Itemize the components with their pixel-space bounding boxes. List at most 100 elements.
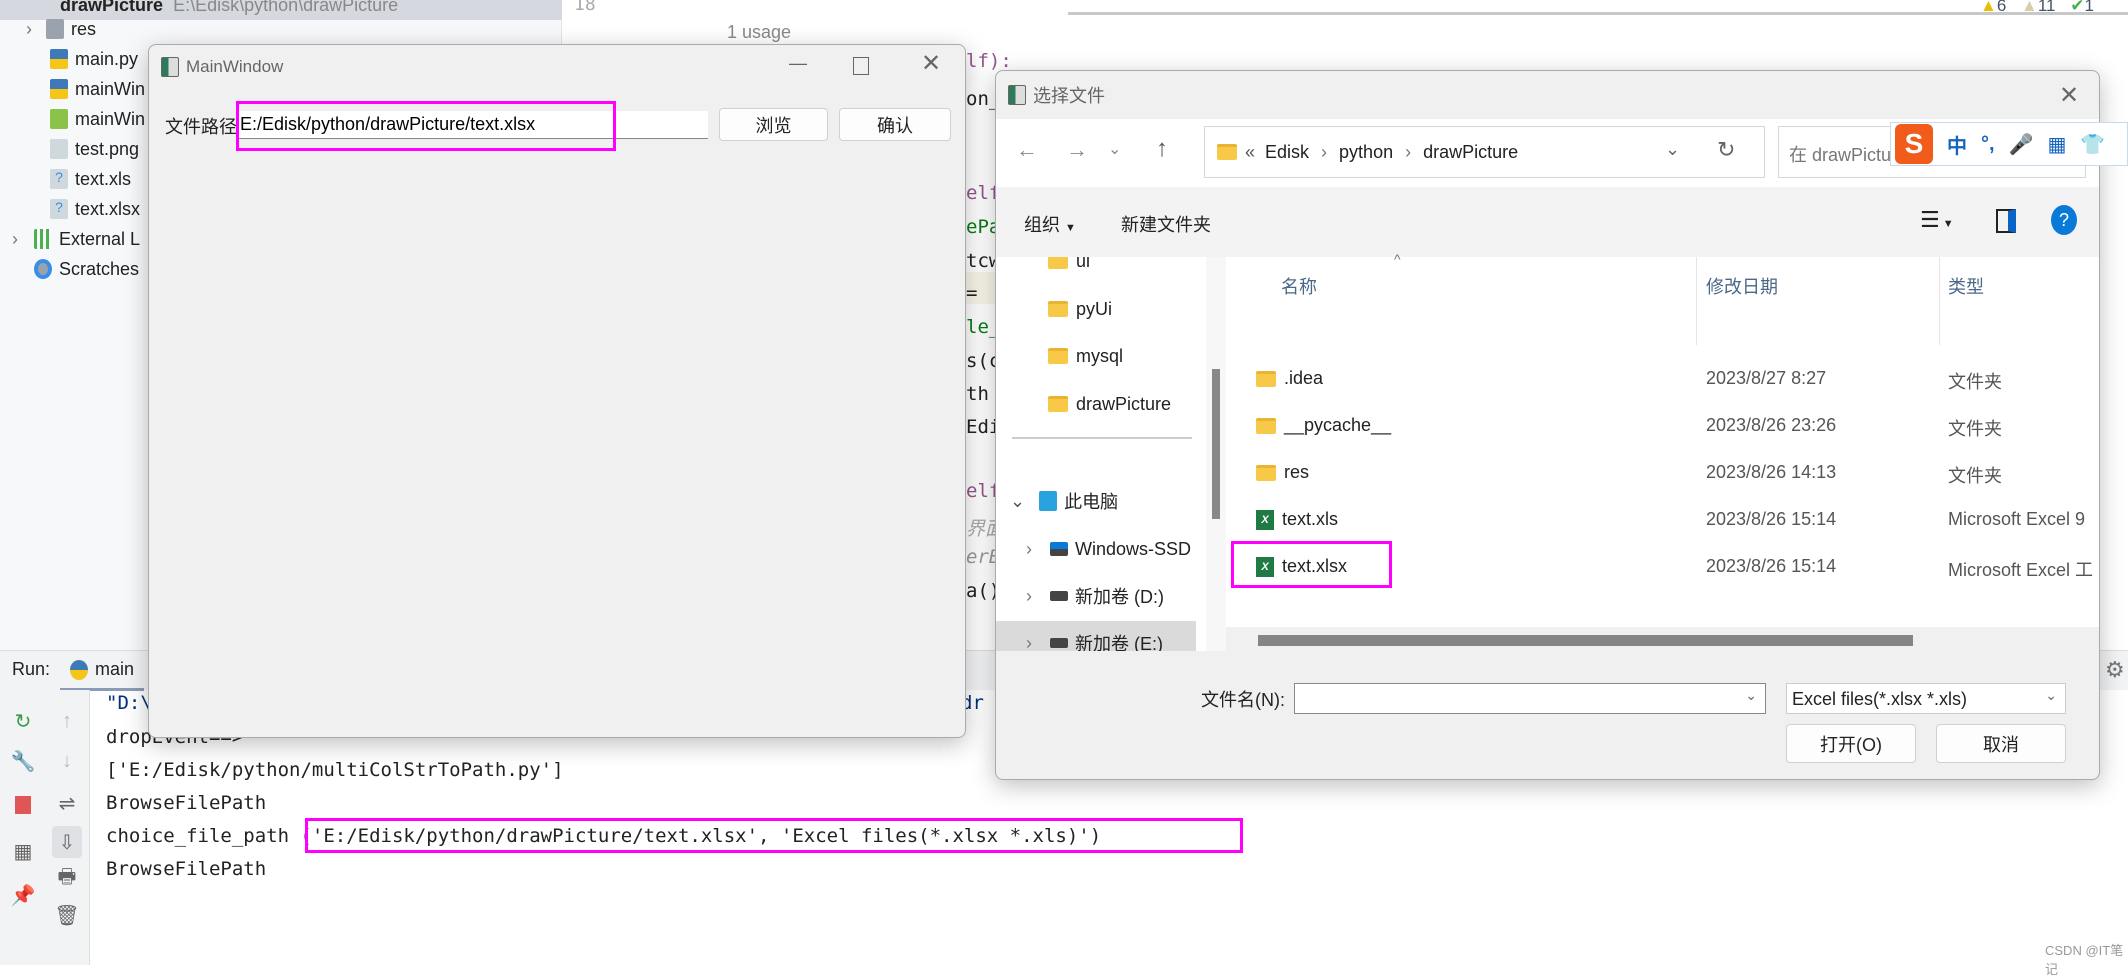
tree-label: Scratches xyxy=(59,258,140,279)
nav-item[interactable]: ui xyxy=(996,257,1196,283)
tree-item[interactable]: mainWin xyxy=(50,104,145,134)
gear-icon[interactable]: ⚙ xyxy=(2105,657,2125,683)
main-window-titlebar[interactable]: MainWindow — ✕ xyxy=(149,45,965,89)
navigation-pane[interactable]: ui pyUi mysql drawPicture ⌄ 此电脑 › Windows-… xyxy=(996,257,1206,651)
cancel-button[interactable]: 取消 xyxy=(1936,724,2066,763)
nav-drive-selected[interactable]: › 新加卷 (E:) xyxy=(996,621,1196,651)
tree-item[interactable]: ? text.xls xyxy=(50,164,131,194)
inspection-widget[interactable]: ▲6 ▲11 ✔1 xyxy=(1980,0,2094,16)
usage-hint[interactable]: 1 usage xyxy=(727,22,791,43)
filename-input[interactable]: ⌄ xyxy=(1294,683,1766,714)
breadcrumb-item[interactable]: python xyxy=(1339,142,1393,163)
address-bar[interactable]: « Edisk › python › drawPicture ⌄ ↻ xyxy=(1204,126,1765,178)
close-icon[interactable]: ✕ xyxy=(921,49,941,78)
file-type-filter[interactable]: Excel files(*.xlsx *.xls) ⌄ xyxy=(1786,683,2066,714)
keyboard-icon[interactable]: ▦ xyxy=(2047,132,2066,157)
horizontal-scrollbar[interactable] xyxy=(1226,627,2099,651)
file-row[interactable]: __pycache__ 2023/8/26 23:26 文件夹 xyxy=(1226,403,2099,447)
arrow-down-icon[interactable]: ↓ xyxy=(52,748,82,774)
soft-wrap-icon[interactable]: ⇌ xyxy=(52,790,82,816)
back-icon[interactable]: ← xyxy=(1016,137,1038,163)
forward-icon[interactable]: → xyxy=(1066,137,1088,163)
microphone-icon[interactable]: 🎤 xyxy=(2009,132,2034,157)
nav-scrollbar[interactable] xyxy=(1206,257,1226,651)
stop-icon[interactable] xyxy=(15,796,31,814)
file-row[interactable]: Xtext.xls 2023/8/26 15:14 Microsoft Excel … xyxy=(1226,497,2099,541)
open-button[interactable]: 打开(O) xyxy=(1786,724,1916,763)
folder-icon xyxy=(1048,396,1068,412)
preview-pane-icon[interactable] xyxy=(1996,209,2016,233)
skin-icon[interactable]: 👕 xyxy=(2080,132,2105,157)
code-text: th xyxy=(966,383,989,405)
tree-item[interactable]: mainWin xyxy=(50,74,145,104)
address-dropdown-icon[interactable]: ⌄ xyxy=(1665,139,1680,160)
breadcrumb-item[interactable]: drawPicture xyxy=(1423,142,1518,163)
chevron-down-icon[interactable]: ⌄ xyxy=(1745,687,1757,704)
layout-icon[interactable]: ▦ xyxy=(8,838,38,864)
app-icon xyxy=(1008,85,1026,105)
watermark: CSDN @IT笔记 xyxy=(2045,943,2124,977)
typo-check-icon: ✔ xyxy=(2070,0,2085,15)
column-header-date[interactable]: 修改日期 xyxy=(1706,273,1778,299)
print-icon[interactable]: 🖶 xyxy=(52,866,82,892)
nav-drive[interactable]: › 新加卷 (D:) xyxy=(996,574,1196,618)
console-line: BrowseFilePath xyxy=(106,858,267,880)
scroll-to-end-icon[interactable]: ⇩ xyxy=(52,826,82,858)
nav-drive[interactable]: › Windows-SSD xyxy=(996,527,1196,571)
recent-dropdown-icon[interactable]: ⌄ xyxy=(1108,139,1121,159)
nav-item[interactable]: drawPicture xyxy=(996,382,1196,426)
tree-item[interactable]: main.py xyxy=(50,44,138,74)
confirm-button[interactable]: 确认 xyxy=(839,108,951,141)
view-options-icon[interactable]: ☰ ▼ xyxy=(1920,207,1954,233)
typos-count: 1 xyxy=(2084,0,2094,15)
unknown-file-icon: ? xyxy=(50,169,68,189)
tree-item-external-libraries[interactable]: › External L xyxy=(12,224,140,254)
rerun-icon[interactable]: ↻ xyxy=(8,708,38,734)
up-icon[interactable]: ↑ xyxy=(1156,135,1168,163)
organize-button[interactable]: 组织 ▼ xyxy=(1024,211,1076,237)
tree-item[interactable]: ? text.xlsx xyxy=(50,194,140,224)
file-row[interactable]: res 2023/8/26 14:13 文件夹 xyxy=(1226,450,2099,494)
nav-item[interactable]: pyUi xyxy=(996,287,1196,331)
nav-item[interactable]: mysql xyxy=(996,334,1196,378)
close-icon[interactable]: ✕ xyxy=(2059,81,2079,110)
dialog-toolbar: 组织 ▼ 新建文件夹 ☰ ▼ ? xyxy=(996,187,2099,257)
breadcrumb-overflow[interactable]: « xyxy=(1245,142,1255,163)
refresh-icon[interactable]: ↻ xyxy=(1717,137,1735,163)
arrow-up-icon[interactable]: ↑ xyxy=(52,708,82,734)
file-row[interactable]: .idea 2023/8/27 8:27 文件夹 xyxy=(1226,356,2099,400)
tree-label: mainWin xyxy=(75,108,146,129)
trash-icon[interactable]: 🗑 xyxy=(52,902,82,928)
breadcrumb-item[interactable]: Edisk xyxy=(1265,142,1309,163)
column-header-name[interactable]: 名称 xyxy=(1281,273,1317,299)
minimize-icon[interactable]: — xyxy=(789,53,807,74)
folder-icon xyxy=(1217,144,1237,160)
console-line: "D:\ xyxy=(106,692,152,714)
tree-item-scratches[interactable]: Scratches xyxy=(34,254,139,284)
tree-label: External L xyxy=(59,228,141,249)
ime-punctuation-toggle[interactable]: °, xyxy=(1981,133,1995,156)
app-icon xyxy=(161,57,179,77)
chevron-right-icon: › xyxy=(12,228,18,249)
browse-button[interactable]: 浏览 xyxy=(719,108,828,141)
run-tab-main[interactable]: main xyxy=(60,651,145,691)
new-folder-button[interactable]: 新建文件夹 xyxy=(1121,211,1211,237)
pin-icon[interactable]: 📌 xyxy=(8,882,38,908)
console-line: BrowseFilePath xyxy=(106,792,267,814)
sort-ascending-icon: ^ xyxy=(1394,251,1401,267)
ime-toolbar[interactable]: S 中 °, 🎤 ▦ 👕 xyxy=(1890,122,2128,166)
line-number: 18 xyxy=(574,0,596,15)
column-header-type[interactable]: 类型 xyxy=(1948,273,1984,299)
root-path: E:\Edisk\python\drawPicture xyxy=(173,0,399,15)
ime-mode-toggle[interactable]: 中 xyxy=(1947,130,1967,159)
folder-icon xyxy=(1048,301,1068,317)
file-date: 2023/8/26 15:14 xyxy=(1706,556,1837,576)
help-icon[interactable]: ? xyxy=(2051,205,2077,235)
wrench-icon[interactable]: 🔧 xyxy=(8,748,38,774)
maximize-icon[interactable] xyxy=(853,57,869,75)
dialog-titlebar[interactable]: 选择文件 ✕ xyxy=(996,71,2099,119)
nav-this-pc[interactable]: ⌄ 此电脑 xyxy=(996,479,1196,523)
tree-item-res[interactable]: › res xyxy=(26,14,96,44)
tree-item[interactable]: test.png xyxy=(50,134,139,164)
folder-icon xyxy=(1256,465,1276,482)
